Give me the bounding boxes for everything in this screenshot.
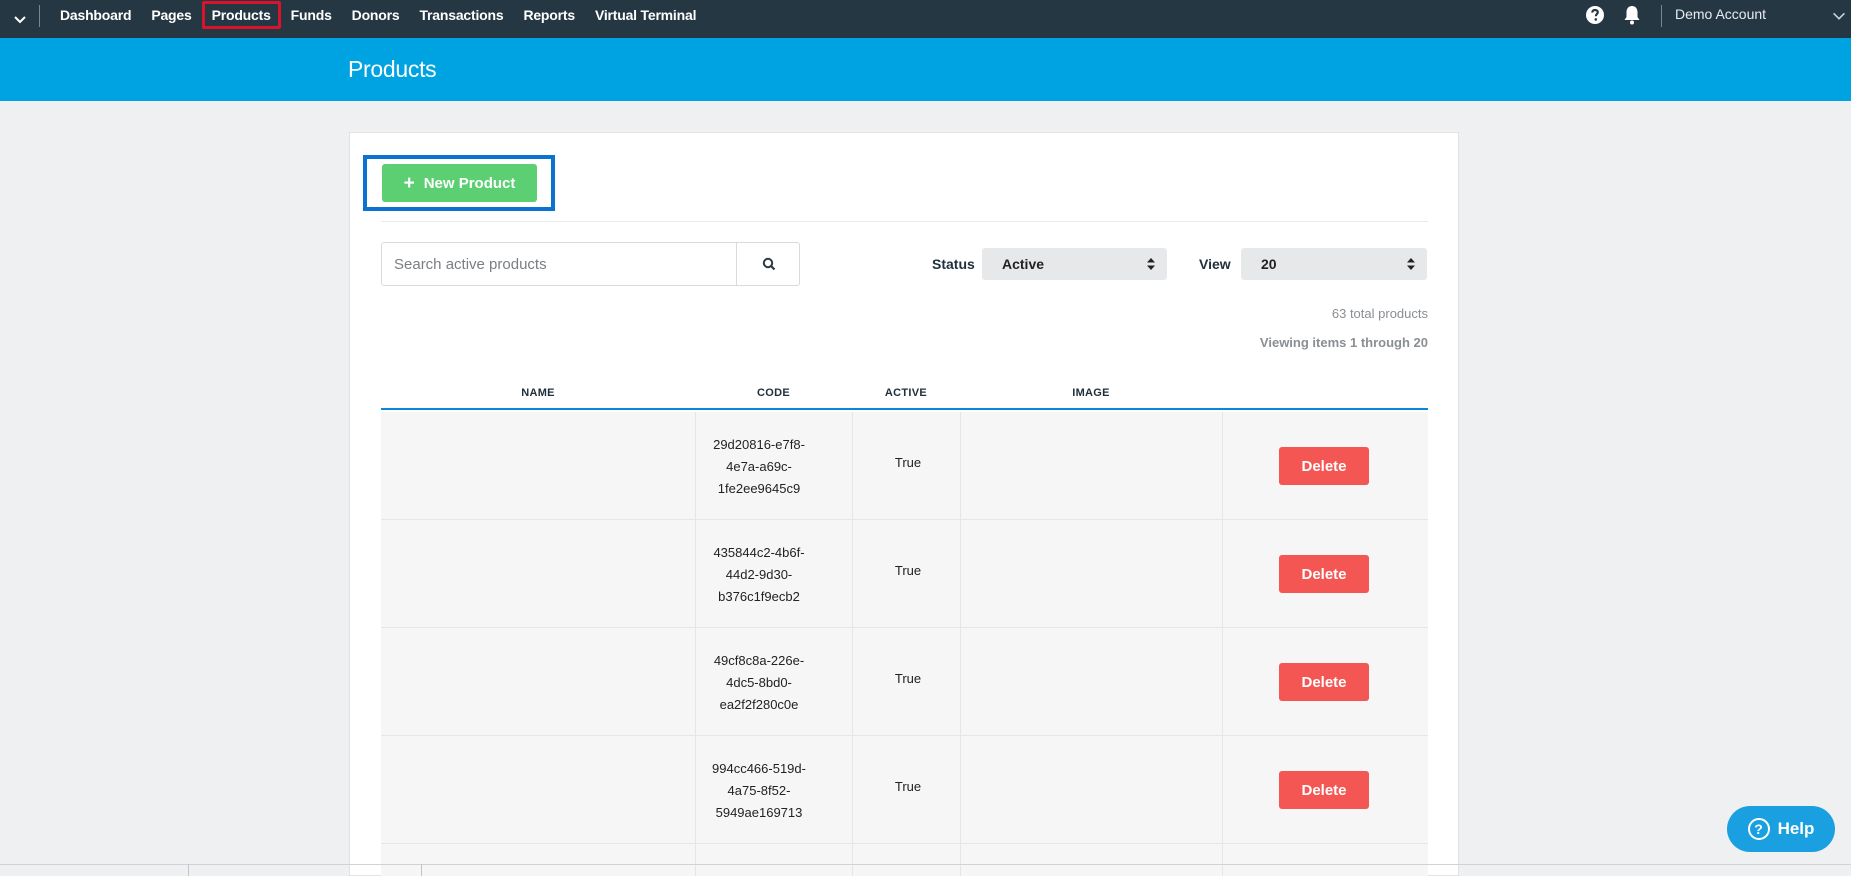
code-line: 49cf8c8a-226e- xyxy=(713,653,805,668)
code-line: 5949ae169713 xyxy=(715,805,803,820)
cell-divider xyxy=(1222,412,1223,520)
product-code: 994cc466-519d- 4a75-8f52- 5949ae169713 xyxy=(699,758,819,824)
column-header-code[interactable]: CODE xyxy=(695,387,852,399)
bottom-bar-tick xyxy=(188,864,189,876)
cell-divider xyxy=(1222,520,1223,628)
code-line: 435844c2-4b6f- xyxy=(713,545,805,560)
cell-divider xyxy=(695,844,696,876)
main-nav: Dashboard Pages Products Funds Donors Tr… xyxy=(50,0,706,30)
code-line: 4e7a-a69c- xyxy=(726,459,792,474)
sort-arrows-icon xyxy=(1407,258,1415,270)
code-line: ea2f2f280c0e xyxy=(719,697,799,712)
bell-icon[interactable] xyxy=(1622,4,1642,26)
cell-divider xyxy=(695,628,696,736)
cell-divider xyxy=(960,412,961,520)
table-row: 29d20816-e7f8- 4e7a-a69c- 1fe2ee9645c9 T… xyxy=(381,412,1428,520)
code-line: 29d20816-e7f8- xyxy=(713,437,805,452)
code-line: b376c1f9ecb2 xyxy=(718,589,800,604)
new-product-label: New Product xyxy=(423,174,516,192)
cell-divider xyxy=(960,736,961,844)
nav-item-dashboard[interactable]: Dashboard xyxy=(50,1,141,29)
delete-button[interactable]: Delete xyxy=(1279,447,1369,485)
delete-button[interactable]: Delete xyxy=(1279,555,1369,593)
status-value: Active xyxy=(1002,256,1045,272)
total-count: 63 total products xyxy=(1331,306,1428,321)
product-code: 49cf8c8a-226e- 4dc5-8bd0- ea2f2f280c0e xyxy=(699,650,819,716)
cell-divider xyxy=(852,520,853,628)
search-input[interactable] xyxy=(382,243,736,285)
search-box xyxy=(381,242,800,286)
cell-divider xyxy=(852,628,853,736)
chevron-down-icon[interactable] xyxy=(1830,7,1848,25)
nav-item-funds[interactable]: Funds xyxy=(281,1,342,29)
account-menu[interactable]: Demo Account xyxy=(1675,6,1766,22)
search-icon xyxy=(762,257,775,271)
nav-separator xyxy=(1661,5,1662,27)
cell-divider xyxy=(1222,736,1223,844)
viewing-range: Viewing items 1 through 20 xyxy=(1259,335,1428,350)
column-header-active[interactable]: ACTIVE xyxy=(852,387,960,399)
nav-item-products[interactable]: Products xyxy=(201,1,281,29)
delete-button[interactable]: Delete xyxy=(1279,663,1369,701)
products-panel: + New Product Status Active View 20 63 t… xyxy=(349,132,1459,876)
status-select[interactable]: Active xyxy=(982,248,1167,280)
new-product-button[interactable]: + New Product xyxy=(382,164,537,202)
question-icon: ? xyxy=(1747,818,1770,840)
cell-divider xyxy=(695,520,696,628)
cell-divider xyxy=(960,628,961,736)
active-value: True xyxy=(894,779,922,794)
cell-divider xyxy=(695,736,696,844)
table-header: NAME CODE ACTIVE IMAGE xyxy=(381,376,1428,410)
help-circle-icon[interactable] xyxy=(1585,5,1605,25)
cell-divider xyxy=(1222,844,1223,876)
active-value: True xyxy=(894,671,922,686)
plus-icon: + xyxy=(403,172,415,194)
active-value: True xyxy=(894,563,922,578)
code-line: 4dc5-8bd0- xyxy=(726,675,792,690)
code-line: 44d2-9d30- xyxy=(725,567,793,582)
status-label: Status xyxy=(932,256,975,272)
product-code: 29d20816-e7f8- 4e7a-a69c- 1fe2ee9645c9 xyxy=(699,434,819,500)
column-header-image: IMAGE xyxy=(1072,387,1110,399)
help-label: Help xyxy=(1777,819,1815,838)
sort-arrows-icon xyxy=(1147,258,1155,270)
nav-item-transactions[interactable]: Transactions xyxy=(409,1,513,29)
nav-item-reports[interactable]: Reports xyxy=(513,1,585,29)
cell-divider xyxy=(960,844,961,876)
search-button[interactable] xyxy=(736,243,800,285)
divider xyxy=(381,221,1428,222)
help-button[interactable]: ? Help xyxy=(1727,806,1835,852)
top-navbar: Dashboard Pages Products Funds Donors Tr… xyxy=(0,0,1851,38)
table-row: 49cf8c8a-226e- 4dc5-8bd0- ea2f2f280c0e T… xyxy=(381,628,1428,736)
code-line: 1fe2ee9645c9 xyxy=(717,481,801,496)
bottom-bar-tick xyxy=(421,864,422,876)
nav-separator xyxy=(39,5,40,27)
cell-divider xyxy=(852,736,853,844)
delete-button[interactable]: Delete xyxy=(1279,771,1369,809)
cell-divider xyxy=(960,520,961,628)
view-select[interactable]: 20 xyxy=(1241,248,1427,280)
view-value: 20 xyxy=(1261,256,1277,272)
active-value: True xyxy=(894,455,922,470)
nav-item-virtual-terminal[interactable]: Virtual Terminal xyxy=(585,1,706,29)
page-header: Products xyxy=(0,38,1851,101)
column-header-name[interactable]: NAME xyxy=(381,387,695,399)
view-label: View xyxy=(1199,256,1231,272)
page-title: Products xyxy=(348,56,437,82)
bottom-bar-line xyxy=(0,864,1851,865)
cell-divider xyxy=(852,412,853,520)
product-code: 435844c2-4b6f- 44d2-9d30- b376c1f9ecb2 xyxy=(699,542,819,608)
cell-divider xyxy=(695,412,696,520)
cell-divider xyxy=(1222,628,1223,736)
chevron-down-icon[interactable] xyxy=(10,9,30,29)
table-row xyxy=(381,844,1428,876)
table-row: 994cc466-519d- 4a75-8f52- 5949ae169713 T… xyxy=(381,736,1428,844)
code-line: 4a75-8f52- xyxy=(727,783,791,798)
nav-item-donors[interactable]: Donors xyxy=(342,1,410,29)
nav-item-pages[interactable]: Pages xyxy=(141,1,201,29)
cell-divider xyxy=(852,844,853,876)
table-row: 435844c2-4b6f- 44d2-9d30- b376c1f9ecb2 T… xyxy=(381,520,1428,628)
code-line: 994cc466-519d- xyxy=(712,761,806,776)
